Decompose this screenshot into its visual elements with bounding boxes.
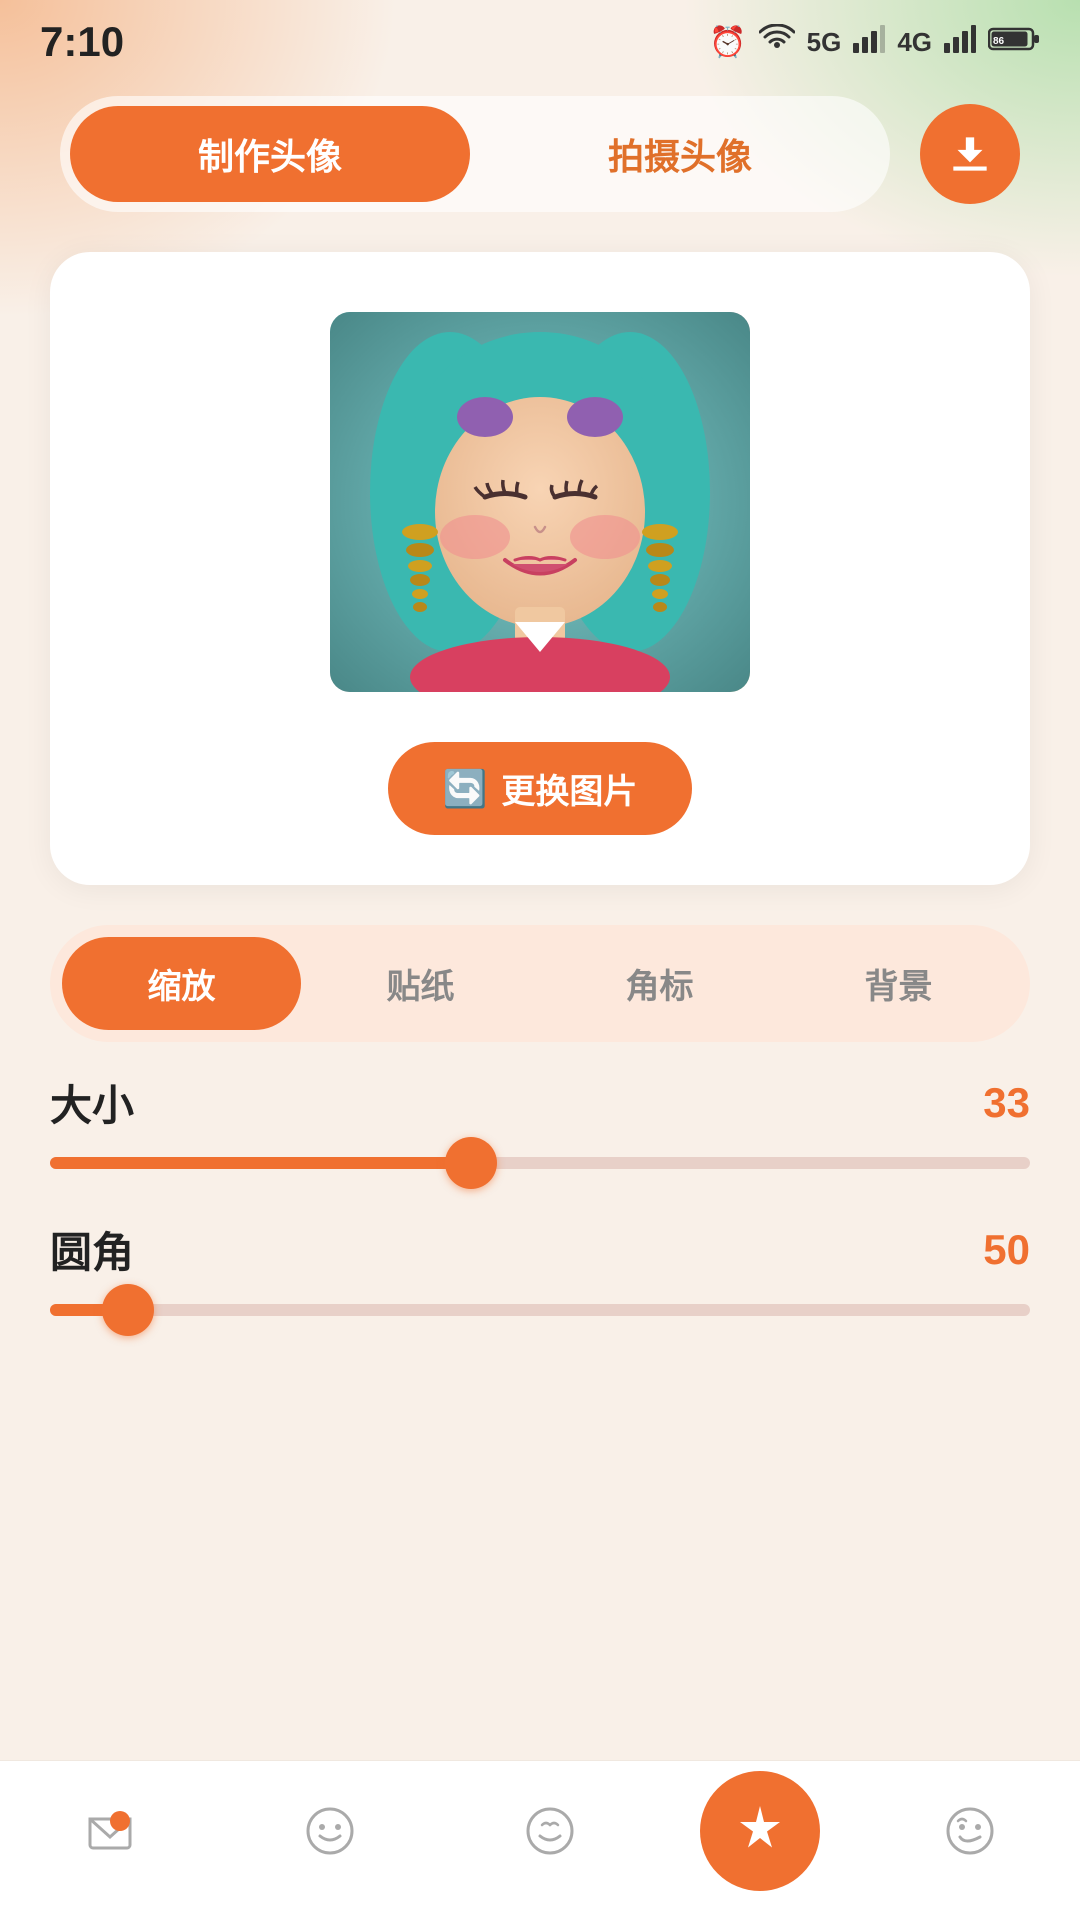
size-value: 33: [983, 1079, 1030, 1127]
tabs-container: 制作头像 拍摄头像: [60, 96, 890, 212]
size-label: 大小: [50, 1072, 134, 1133]
face1-icon: [300, 1801, 360, 1861]
image-preview: [330, 312, 750, 692]
corner-value: 50: [983, 1226, 1030, 1274]
corner-label: 圆角: [50, 1219, 134, 1280]
tool-tabs: 缩放 贴纸 角标 背景: [50, 925, 1030, 1042]
bottom-nav: [0, 1760, 1080, 1920]
corner-slider-track[interactable]: [50, 1304, 1030, 1316]
face3-icon: [940, 1801, 1000, 1861]
change-image-icon: 🔄: [443, 768, 488, 810]
signal-bars2-icon: [944, 25, 976, 60]
battery-icon: 86: [988, 25, 1040, 60]
tab-make-avatar[interactable]: 制作头像: [70, 106, 470, 202]
status-time: 7:10: [40, 18, 124, 66]
sparkle-icon: [730, 1801, 790, 1861]
size-label-row: 大小 33: [50, 1072, 1030, 1133]
change-image-label: 更换图片: [501, 764, 637, 813]
nav-item-4[interactable]: [900, 1771, 1040, 1891]
face2-icon: [520, 1801, 580, 1861]
signal-bars-icon: [853, 25, 885, 60]
nav-item-3[interactable]: [480, 1771, 620, 1891]
signal-4g-icon: 4G: [897, 27, 932, 58]
alarm-icon: ⏰: [709, 25, 746, 60]
nav-item-1[interactable]: [40, 1771, 180, 1891]
tab-capture-avatar[interactable]: 拍摄头像: [480, 106, 880, 202]
download-icon: [945, 129, 995, 179]
envelope-icon: [80, 1801, 140, 1861]
size-slider-row: 大小 33: [50, 1072, 1030, 1169]
nav-item-2[interactable]: [260, 1771, 400, 1891]
size-slider-track[interactable]: [50, 1157, 1030, 1169]
change-image-button[interactable]: 🔄 更换图片: [388, 742, 693, 835]
download-button[interactable]: [920, 104, 1020, 204]
corner-label-row: 圆角 50: [50, 1219, 1030, 1280]
corner-slider-row: 圆角 50: [50, 1219, 1030, 1316]
tool-tab-sticker[interactable]: 贴纸: [301, 937, 540, 1030]
anime-illustration: [330, 312, 750, 692]
size-slider-thumb[interactable]: [445, 1137, 497, 1189]
nav-center-button[interactable]: [700, 1771, 820, 1891]
header-tabs: 制作头像 拍摄头像: [0, 76, 1080, 232]
status-icons: ⏰ 5G 4G: [709, 24, 1040, 60]
tool-tab-badge[interactable]: 角标: [540, 937, 779, 1030]
corner-slider-thumb[interactable]: [102, 1284, 154, 1336]
wifi-icon: [759, 24, 795, 60]
status-bar: 7:10 ⏰ 5G 4G: [0, 0, 1080, 76]
tool-tab-zoom[interactable]: 缩放: [62, 937, 301, 1030]
image-card: 🔄 更换图片: [50, 252, 1030, 885]
signal-5g-icon: 5G: [807, 27, 842, 58]
sliders-section: 大小 33 圆角 50: [50, 1072, 1030, 1316]
tool-tab-background[interactable]: 背景: [779, 937, 1018, 1030]
size-slider-fill: [50, 1157, 471, 1169]
svg-text:86: 86: [993, 36, 1005, 47]
